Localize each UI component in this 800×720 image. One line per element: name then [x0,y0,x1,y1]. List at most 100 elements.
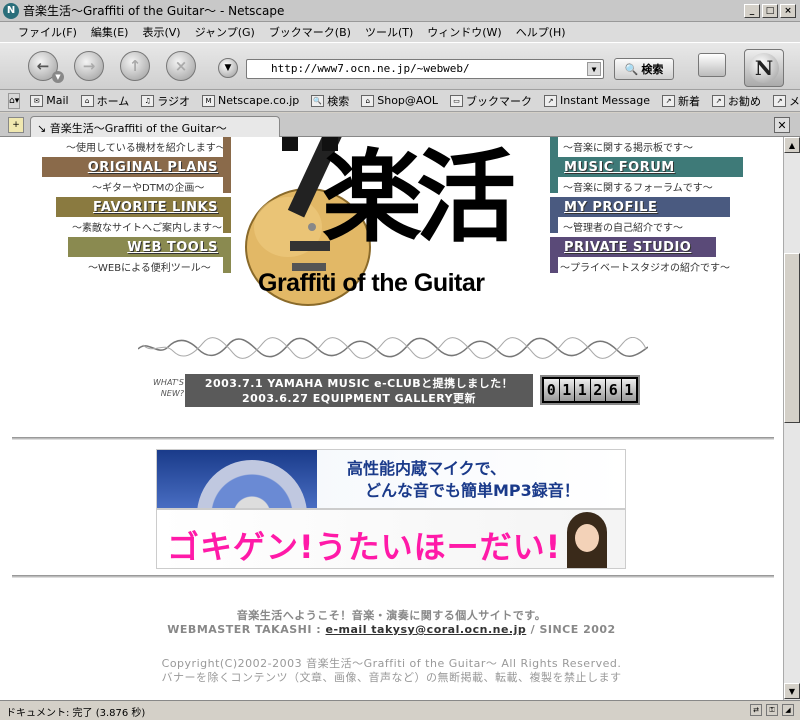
print-icon[interactable] [698,53,726,77]
url-history-dropdown[interactable]: ▼ [218,58,238,78]
ptoolbar-label: Instant Message [560,94,651,107]
ptoolbar-label: Mail [46,94,69,107]
ptoolbar-item-search[interactable]: 🔍 検索 [311,93,349,109]
footer-webmaster: WEBMASTER TAKASHI : e-mail takysy@coral.… [0,623,783,636]
ptoolbar-label: お勧め [728,94,762,108]
folder-icon: ▭ [450,94,464,107]
link-icon: ↗ [662,94,676,107]
nav-private-studio[interactable]: PRIVATE STUDIO [558,237,716,257]
nav-divider [223,197,231,233]
logo-subtitle: Graffiti of the Guitar [258,269,485,297]
menu-file[interactable]: ファイル(F) [18,24,77,40]
ptoolbar-item-netscape[interactable]: M Netscape.co.jp [202,94,299,107]
menu-tools[interactable]: ツール(T) [365,24,413,40]
since-text: / SINCE 2002 [530,623,616,636]
ptoolbar-item-bookmarks[interactable]: ▭ ブックマーク [450,93,532,109]
ptoolbar-label: ブックマーク [466,94,533,108]
ptoolbar-item-shop[interactable]: ⌂ Shop@AOL [361,94,438,107]
karaoke-banner[interactable]: ゴキゲン!うたいほーだい! [156,509,626,569]
scroll-up-icon[interactable]: ▲ [784,137,800,153]
url-field[interactable]: http://www7.ocn.ne.jp/~webweb/ ▼ [246,59,604,79]
url-dropdown-icon[interactable]: ▼ [587,62,601,76]
forward-button[interactable]: → [74,51,104,81]
netscape-link-icon: M [202,94,216,107]
banner1-line1: 高性能内蔵マイクで、 [347,459,507,478]
ptoolbar-label: ホーム [96,94,130,108]
nav-divider [223,237,231,273]
access-counter: 0 1 1 2 6 1 [540,375,640,405]
home-folder-icon[interactable]: ⌂▾ [8,92,21,109]
nav-web-tools[interactable]: WEB TOOLS [68,237,224,257]
ptoolbar-item-recommended[interactable]: ↗ お勧め [712,93,761,109]
vertical-scrollbar[interactable]: ▲ ▼ [783,137,800,700]
nav-music-forum[interactable]: MUSIC FORUM [558,157,743,177]
forward-arrow-icon: → [82,57,96,75]
menu-window[interactable]: ウィンドウ(W) [427,24,501,40]
scroll-thumb[interactable] [784,253,800,423]
news-box: 2003.7.1 YAMAHA MUSIC e-CLUBと提携しました！ 200… [185,374,533,407]
logo-kanji: 楽活 [322,138,516,256]
link-icon: ↗ [544,94,558,107]
page-link-icon: ↘ [37,122,50,135]
mp3-recorder-banner[interactable]: 高性能内蔵マイクで、 どんな音でも簡単MP3録音！ [156,449,626,509]
menu-edit[interactable]: 編集(E) [91,24,129,40]
resize-grip-icon[interactable]: ◢ [782,704,794,716]
counter-digit: 1 [621,379,636,401]
right-top-caption: ～音楽に関する掲示板です～ [563,143,693,154]
player-image [157,450,317,508]
counter-digit: 1 [575,379,590,401]
close-tab-icon[interactable]: ✕ [774,117,790,133]
online-icon: ⇄ [750,704,762,716]
counter-digit: 1 [559,379,574,401]
menu-go[interactable]: ジャンプ(G) [195,24,255,40]
close-window-button[interactable]: × [780,3,796,18]
ptoolbar-label: Shop@AOL [377,94,439,107]
back-history-dropdown[interactable]: ▼ [52,71,64,83]
netscape-throbber-icon[interactable]: N [744,49,784,87]
ptoolbar-item-instant-message[interactable]: ↗ Instant Message [544,94,650,107]
maximize-button[interactable]: □ [762,3,778,18]
news-item: 2003.7.1 YAMAHA MUSIC e-CLUBと提携しました！ [204,377,514,390]
menu-help[interactable]: ヘルプ(H) [516,24,566,40]
back-arrow-icon: ← [36,57,50,75]
menu-bookmarks[interactable]: ブックマーク(B) [269,24,351,40]
singer-photo [567,512,607,568]
minimize-button[interactable]: _ [744,3,760,18]
scroll-down-icon[interactable]: ▼ [784,683,800,699]
ptoolbar-label: Netscape.co.jp [218,94,300,107]
ptoolbar-label: 新着 [678,94,701,108]
reload-button[interactable]: ↑ [120,51,150,81]
status-bar: ドキュメント: 完了 (3.876 秒) ⇄ ⚿ ◢ [0,700,800,720]
banner1-line2: どんな音でも簡単MP3録音！ [365,481,580,500]
url-text: http://www7.ocn.ne.jp/~webweb/ [271,62,470,75]
nav-favorite-links[interactable]: FAVORITE LINKS [56,197,224,217]
ptoolbar-item-new[interactable]: ↗ 新着 [662,93,700,109]
divider [12,437,774,440]
menu-view[interactable]: 表示(V) [142,24,180,40]
ptoolbar-item-more[interactable]: ↗ メ [773,93,800,109]
ptoolbar-label: ラジオ [157,94,191,108]
ptoolbar-label: 検索 [327,94,350,108]
stop-button[interactable]: × [166,51,196,81]
nav-divider [550,137,558,157]
site-logo: 楽活 Graffiti of the Guitar [232,137,550,307]
shop-icon: ⌂ [361,94,375,107]
ptoolbar-item-home[interactable]: ⌂ ホーム [80,93,130,109]
page-content: ～使用している機材を紹介します～ ORIGINAL PLANS ～ギターやDTM… [0,137,783,700]
ptoolbar-item-radio[interactable]: ♫ ラジオ [141,93,190,109]
ptoolbar-item-mail[interactable]: ✉ Mail [30,94,69,107]
email-link[interactable]: e-mail takysy@coral.ocn.ne.jp [326,623,527,636]
menu-bar: ファイル(F) 編集(E) 表示(V) ジャンプ(G) ブックマーク(B) ツー… [0,22,800,42]
news-item: 2003.6.27 EQUIPMENT GALLERY更新 [241,392,477,405]
nav-web-tools-caption: ～WEBによる便利ツール～ [88,263,211,274]
tab-current[interactable]: ↘ 音楽生活～Graffiti of the Guitar～ [30,116,280,137]
counter-digit: 6 [606,379,621,401]
handwritten-scribble-image [138,337,648,359]
nav-divider [223,157,231,193]
search-button[interactable]: 🔍 検索 [614,58,674,80]
banner2-text: ゴキゲン!うたいほーだい! [167,528,562,566]
nav-my-profile[interactable]: MY PROFILE [558,197,730,217]
home-icon: ⌂ [80,94,94,107]
nav-original-plans[interactable]: ORIGINAL PLANS [42,157,224,177]
new-tab-icon[interactable]: + [8,117,24,133]
